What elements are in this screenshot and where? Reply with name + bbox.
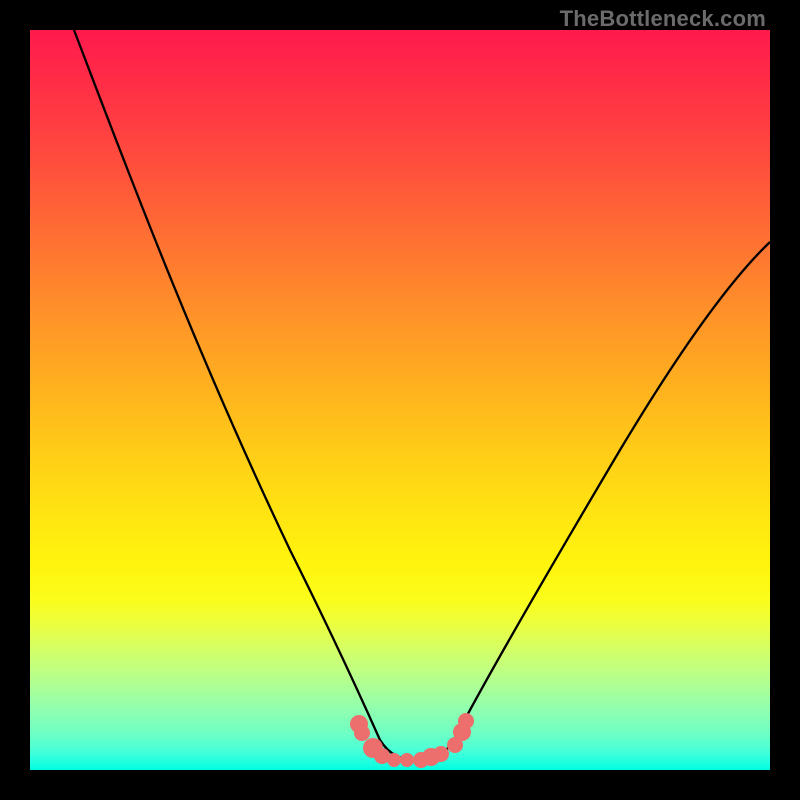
curve-right-branch [454,242,770,740]
plot-area [30,30,770,770]
watermark-text: TheBottleneck.com [560,6,766,32]
bottleneck-curve-svg [30,30,770,770]
valley-marker [387,753,401,767]
curve-left-branch [74,30,380,740]
chart-frame: TheBottleneck.com [0,0,800,800]
valley-marker [458,713,474,729]
